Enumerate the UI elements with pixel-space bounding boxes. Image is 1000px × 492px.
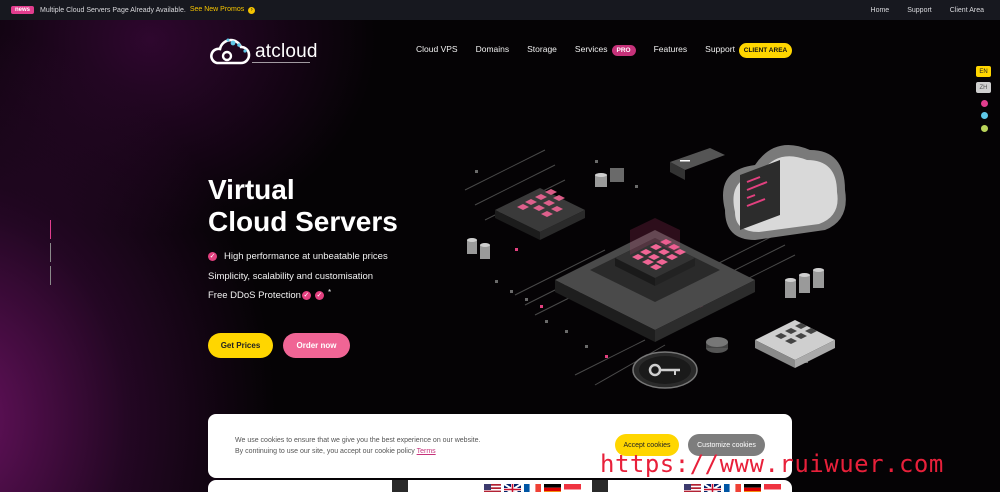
singapore-flag-icon (764, 484, 781, 492)
order-now-button[interactable]: Order now (283, 333, 350, 358)
announcement-bar: news Multiple Cloud Servers Page Already… (0, 0, 1000, 20)
news-badge: news (11, 6, 35, 14)
check-icon: ✓ (314, 291, 324, 300)
feature-text: Free DDoS Protection (208, 290, 301, 301)
cloud-logo-icon (210, 38, 251, 65)
nav-support[interactable]: Support (705, 44, 735, 54)
lang-zh-button[interactable]: ZH (976, 82, 991, 93)
see-promos-link[interactable]: See New Promos › (190, 6, 256, 14)
logo-text: atcloud (255, 41, 318, 62)
feature-text: Simplicity, scalability and customisatio… (208, 271, 374, 282)
top-link-support[interactable]: Support (907, 7, 932, 14)
feature-item: Simplicity, scalability and customisatio… (208, 271, 373, 282)
slide-indicator-3[interactable] (50, 266, 51, 285)
cookie-terms-link[interactable]: Terms (417, 448, 436, 455)
cookie-text-line1: We use cookies to ensure that we give yo… (235, 437, 481, 444)
hero-title: Virtual Cloud Servers (208, 174, 398, 238)
top-link-home[interactable]: Home (871, 7, 890, 14)
singapore-flag-icon (564, 484, 581, 492)
germany-flag-icon (544, 484, 561, 492)
announcement-text: Multiple Cloud Servers Page Already Avai… (40, 6, 186, 14)
logo-underline (252, 62, 310, 63)
lang-en-button[interactable]: EN (976, 66, 991, 77)
flag-row (684, 484, 781, 492)
main-nav: Cloud VPS Domains Storage Services PRO Fe… (416, 44, 753, 56)
france-flag-icon (524, 484, 541, 492)
arrow-right-icon: › (248, 7, 256, 14)
watermark-text: https://www.ruiwuer.com (600, 450, 944, 478)
theme-blue-dot[interactable] (981, 112, 988, 119)
slide-indicator-2[interactable] (50, 243, 51, 262)
nav-features[interactable]: Features (654, 44, 688, 54)
footnote-asterisk: * (327, 288, 332, 297)
feature-item: Free DDoS Protection ✓ ✓ * (208, 288, 332, 301)
cookie-text-line2: By continuing to use our site, you accep… (235, 448, 436, 455)
hero-title-line1: Virtual (208, 174, 295, 205)
nav-cloud-vps[interactable]: Cloud VPS (416, 44, 458, 54)
pro-badge: PRO (611, 45, 636, 56)
isometric-server-illustration (464, 145, 846, 389)
card-tab (392, 480, 408, 492)
slide-indicator-1[interactable] (50, 220, 51, 239)
theme-green-dot[interactable] (981, 125, 988, 132)
france-flag-icon (724, 484, 741, 492)
hero-title-line2: Cloud Servers (208, 206, 398, 237)
uk-flag-icon (504, 484, 521, 492)
check-icon: ✓ (208, 252, 217, 261)
flag-row (484, 484, 581, 492)
nav-storage[interactable]: Storage (527, 44, 557, 54)
us-flag-icon (484, 484, 501, 492)
us-flag-icon (684, 484, 701, 492)
client-area-button[interactable]: CLIENT AREA (739, 43, 792, 58)
nav-services[interactable]: Services PRO (574, 44, 636, 56)
check-icon: ✓ (301, 291, 311, 300)
top-links: Home Support Client Area (871, 0, 984, 20)
top-link-client-area[interactable]: Client Area (950, 7, 984, 14)
nav-services-label: Services (574, 44, 608, 54)
nav-domains[interactable]: Domains (476, 44, 510, 54)
feature-item: ✓ High performance at unbeatable prices (208, 251, 388, 262)
theme-pink-dot[interactable] (981, 100, 988, 107)
germany-flag-icon (744, 484, 761, 492)
card-tab (592, 480, 608, 492)
uk-flag-icon (704, 484, 721, 492)
feature-text: High performance at unbeatable prices (224, 251, 388, 262)
get-prices-button[interactable]: Get Prices (208, 333, 273, 358)
